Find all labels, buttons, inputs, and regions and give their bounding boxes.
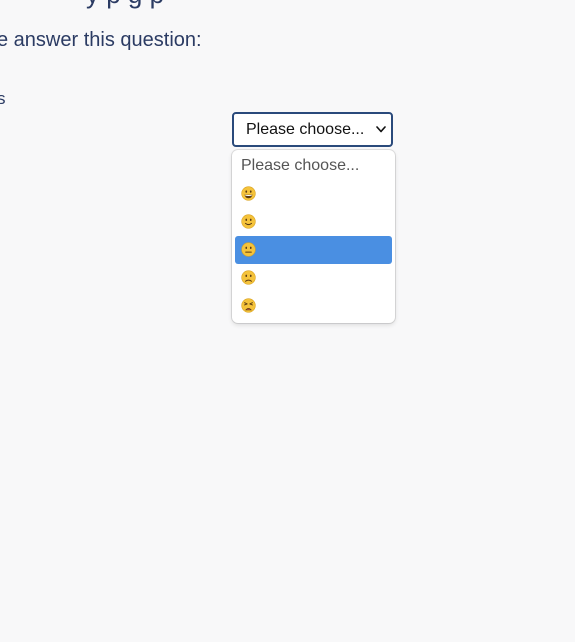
survey-page: y p g p e answer this question: s Please…	[0, 0, 575, 642]
mood-dropdown-list: Please choose...	[232, 150, 395, 323]
mood-select-value: Please choose...	[246, 121, 365, 138]
option-slightly-frowning-face[interactable]	[235, 264, 392, 292]
option-label: Please choose...	[241, 157, 360, 174]
option-neutral-face[interactable]	[235, 236, 392, 264]
slightly-frowning-face-icon	[241, 270, 256, 285]
mood-select[interactable]: Please choose...	[232, 112, 393, 147]
option-grinning-face[interactable]	[235, 180, 392, 208]
chevron-down-icon	[376, 126, 386, 133]
tired-face-icon	[241, 298, 256, 313]
question-prompt: e answer this question:	[0, 29, 202, 51]
option-slightly-smiling-face[interactable]	[235, 208, 392, 236]
question-row-label: s	[0, 89, 6, 108]
neutral-face-icon	[241, 242, 256, 257]
page-heading: y p g p	[86, 0, 164, 8]
option-please-choose[interactable]: Please choose...	[235, 152, 392, 180]
slightly-smiling-face-icon	[241, 214, 256, 229]
grinning-face-icon	[241, 186, 256, 201]
option-tired-face[interactable]	[235, 292, 392, 320]
